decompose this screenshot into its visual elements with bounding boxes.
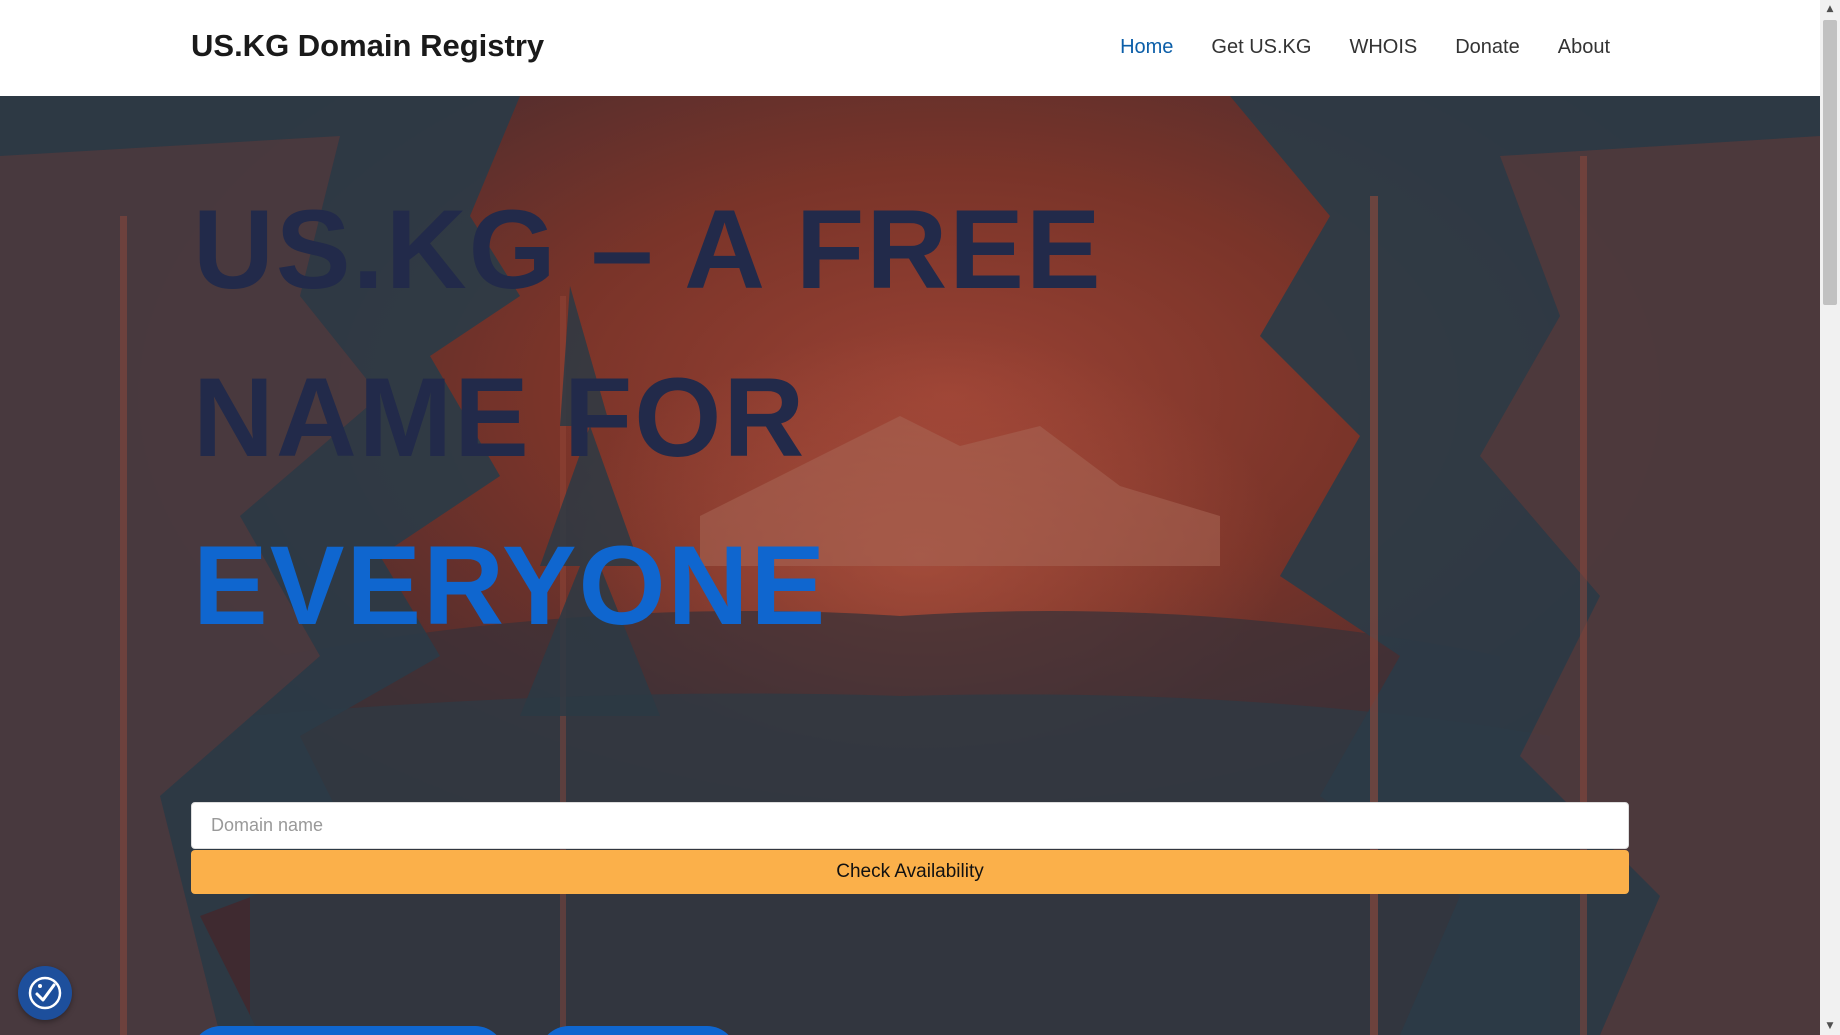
site-brand[interactable]: US.KG Domain Registry [191,28,544,64]
accessibility-widget-button[interactable] [18,966,72,1020]
hero-title: US.KG – A FREE NAME FOR EVERYONE [193,166,1103,670]
scrollbar-thumb[interactable] [1823,20,1837,305]
hero-title-line-1: US.KG – A FREE [193,187,1103,312]
domain-name-input[interactable] [191,802,1629,849]
scroll-up-arrow-icon[interactable]: ▲ [1820,0,1840,18]
nav-about[interactable]: About [1558,36,1610,59]
hero-action-button-2[interactable] [539,1026,737,1035]
nav-donate[interactable]: Donate [1455,36,1520,59]
nav-get-uskg[interactable]: Get US.KG [1211,36,1311,59]
hero-title-accent: EVERYONE [193,523,828,648]
check-availability-button[interactable]: Check Availability [191,850,1629,894]
nav-whois[interactable]: WHOIS [1349,36,1417,59]
hero-action-button-1[interactable] [191,1026,505,1035]
hero-title-line-2: NAME FOR [193,355,807,480]
nav-home[interactable]: Home [1120,36,1173,59]
accessibility-icon [28,976,62,1010]
page-scrollbar[interactable]: ▲ ▼ [1820,0,1840,1035]
main-nav: Home Get US.KG WHOIS Donate About [1120,36,1610,59]
site-header: US.KG Domain Registry Home Get US.KG WHO… [0,0,1820,96]
scroll-down-arrow-icon[interactable]: ▼ [1820,1017,1840,1035]
hero-section: US.KG – A FREE NAME FOR EVERYONE Check A… [0,96,1820,1035]
